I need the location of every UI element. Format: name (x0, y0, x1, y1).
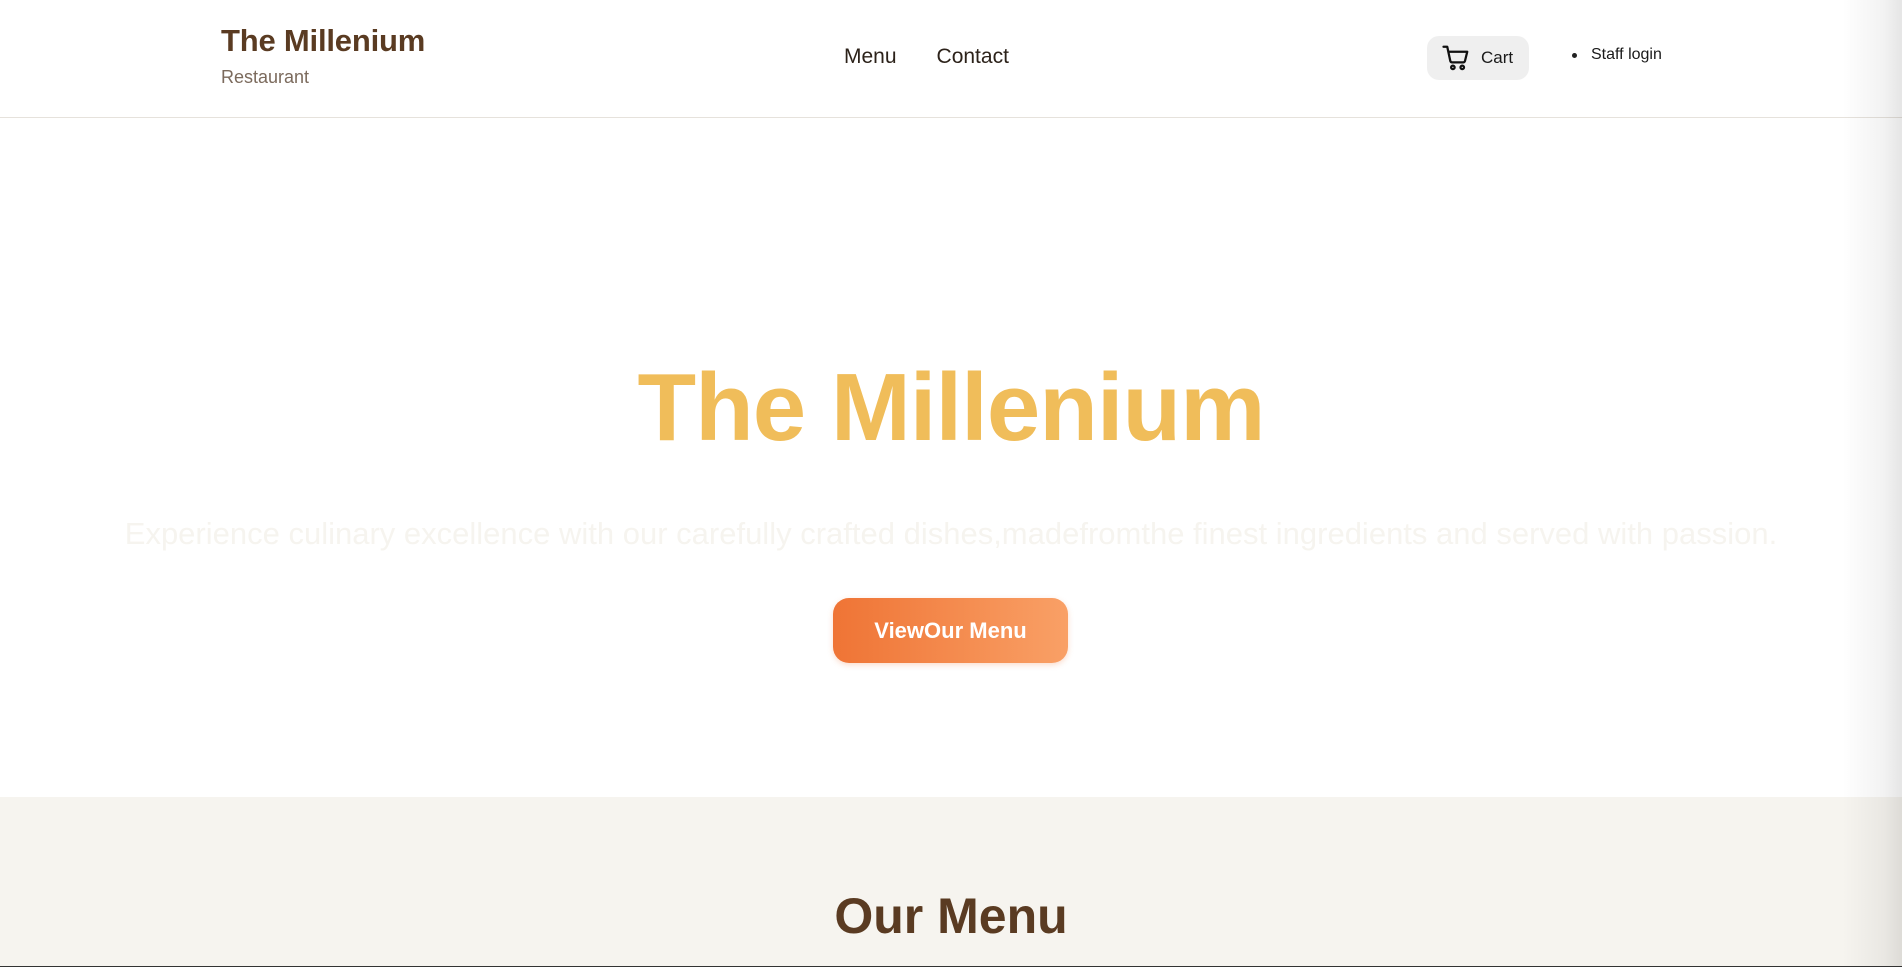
staff-login-item: Staff login (1572, 46, 1662, 64)
site-header: The Millenium Restaurant Menu Contact Ca… (0, 0, 1902, 118)
hero-title: The Millenium (637, 354, 1265, 461)
brand-title[interactable]: The Millenium (221, 22, 425, 60)
staff-login-link[interactable]: Staff login (1591, 46, 1662, 64)
main-nav: Menu Contact (844, 44, 1009, 70)
nav-link-contact[interactable]: Contact (937, 44, 1009, 70)
hero-tagline: Experience culinary excellence with our … (124, 516, 1778, 551)
hero-section: The Millenium Experience culinary excell… (0, 118, 1902, 797)
nav-link-menu[interactable]: Menu (844, 44, 897, 70)
list-bullet (1572, 52, 1577, 58)
cart-button[interactable]: Cart (1427, 36, 1529, 80)
menu-heading: Our Menu (834, 888, 1068, 944)
brand[interactable]: The Millenium Restaurant (221, 22, 425, 88)
menu-section: Our Menu (0, 797, 1902, 967)
cart-label: Cart (1481, 48, 1514, 67)
page-viewport: The Millenium Restaurant Menu Contact Ca… (0, 0, 1902, 967)
brand-subtitle: Restaurant (221, 67, 310, 87)
shopping-cart-icon (1442, 45, 1469, 71)
view-menu-button[interactable]: ViewOur Menu (833, 598, 1068, 663)
